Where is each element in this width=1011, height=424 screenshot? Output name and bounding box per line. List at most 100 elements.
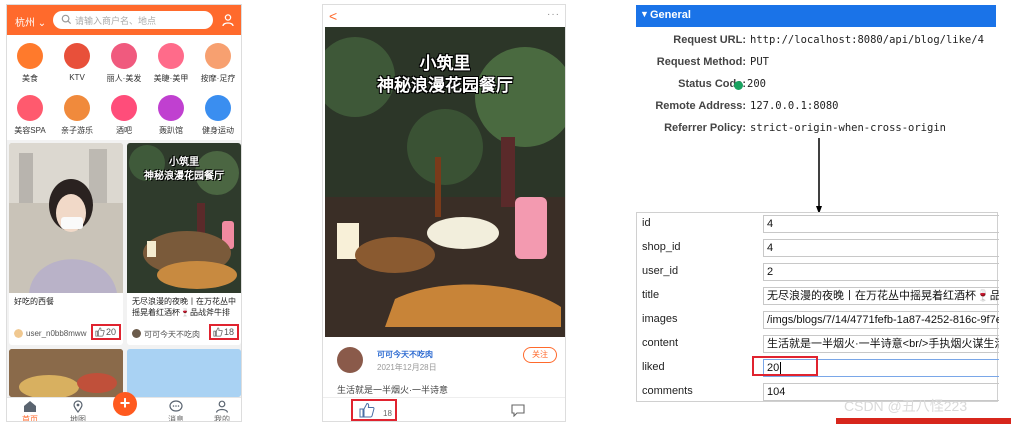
db-row-content: content 生活就是一半烟火·一半诗意<br/>手执烟火谋生活 [637, 333, 999, 357]
db-row-title: title 无尽浪漫的夜晚丨在万花丛中摇晃着红酒杯🍷品战斧牛排 [637, 285, 999, 309]
post-date: 2021年12月28日 [377, 363, 437, 372]
blog-card[interactable]: 小筑里 神秘浪漫花园餐厅 无尽浪漫的夜晚丨在万花丛中摇晃着红酒杯🍷品战斧牛排 可… [127, 143, 241, 345]
field-key: Referrer Policy: [664, 122, 746, 134]
blog-card-image [9, 349, 123, 397]
column-value-field[interactable]: /imgs/blogs/7/14/4771fefb-1a87-4252-816c… [763, 311, 999, 329]
column-name: liked [642, 361, 665, 373]
category-label: 亲子游乐 [61, 126, 93, 135]
home-icon [24, 401, 36, 412]
like-button[interactable]: 18 [351, 399, 397, 421]
field-value: strict-origin-when-cross-origin [750, 122, 946, 134]
liked-highlight-box [752, 356, 818, 376]
category-nails[interactable]: 美睫·美甲 [148, 37, 194, 87]
family-icon [64, 95, 90, 121]
collapse-triangle-icon: ▼ [640, 9, 649, 19]
category-label: 轰趴馆 [159, 126, 183, 135]
blog-card[interactable] [127, 349, 241, 397]
flow-arrow-icon [816, 138, 822, 214]
more-menu-button[interactable]: ··· [547, 9, 560, 20]
tab-label: 我的 [214, 415, 230, 422]
tab-label: 首页 [22, 415, 38, 422]
field-key: Remote Address: [655, 100, 746, 112]
category-label: KTV [69, 73, 85, 82]
section-title: General [650, 9, 691, 21]
roast-chicken-icon [17, 43, 43, 69]
dumbbell-icon [205, 95, 231, 121]
follow-button[interactable]: 关注 [523, 347, 557, 363]
blog-card-image: 小筑里 神秘浪漫花园餐厅 [127, 143, 241, 293]
db-row-user-id: user_id 2 [637, 261, 999, 285]
column-name: user_id [642, 265, 679, 277]
blog-card[interactable] [9, 349, 123, 397]
blog-card-title: 好吃的西餐 [14, 297, 54, 306]
user-icon [215, 400, 229, 413]
avatar [14, 329, 23, 338]
category-fitness[interactable]: 健身运动 [195, 89, 241, 139]
tab-messages[interactable]: 消息 [161, 398, 191, 421]
blog-card[interactable]: 好吃的西餐 user_n0bb8mww 20 [9, 143, 123, 345]
general-section-header[interactable]: ▼ General [636, 5, 996, 27]
comment-icon[interactable] [511, 404, 525, 417]
thumbs-up-icon [359, 402, 375, 418]
tab-label: 消息 [168, 415, 184, 422]
author-name[interactable]: 可可今天不吃肉 [377, 349, 433, 360]
column-value-field[interactable]: 2 [763, 263, 999, 281]
category-hair[interactable]: 丽人·美发 [101, 37, 147, 87]
blog-card-title: 无尽浪漫的夜晚丨在万花丛中摇晃着红酒杯🍷品战斧牛排 [132, 297, 236, 317]
search-input[interactable]: 请输入商户名、地点 [53, 11, 213, 29]
category-party[interactable]: 轰趴馆 [148, 89, 194, 139]
db-row-images: images/imgs/blogs/7/14/4771fefb-1a87-425… [637, 309, 999, 333]
like-count: 20 [106, 327, 117, 337]
search-icon [61, 14, 72, 25]
category-food[interactable]: 美食 [7, 37, 53, 87]
category-family[interactable]: 亲子游乐 [54, 89, 100, 139]
column-name: comments [642, 385, 693, 397]
tab-map[interactable]: 地图 [63, 398, 93, 421]
blog-card-image [127, 349, 241, 397]
foot-icon [205, 43, 231, 69]
microphone-icon [64, 43, 90, 69]
blog-card-author: user_n0bb8mww [26, 329, 87, 338]
tab-home[interactable]: 首页 [15, 398, 45, 421]
field-value: 200 [747, 78, 766, 90]
party-mask-icon [158, 95, 184, 121]
column-name: title [642, 289, 660, 301]
column-name: images [642, 313, 678, 325]
column-value-field[interactable]: 无尽浪漫的夜晚丨在万花丛中摇晃着红酒杯🍷品战斧牛排 [763, 287, 999, 305]
like-button[interactable]: 18 [209, 324, 239, 340]
column-value-field[interactable]: 4 [763, 215, 999, 233]
column-name: shop_id [642, 241, 681, 253]
thumbs-up-icon [213, 327, 223, 337]
nail-icon [158, 43, 184, 69]
column-name: content [642, 337, 679, 349]
field-value: 127.0.0.1:8080 [750, 100, 839, 112]
city-selector[interactable]: 杭州 ⌄ [15, 14, 46, 29]
blog-detail-phone: < ··· 小筑里 神秘浪漫花园餐厅 可可今天不吃肉 2021年12月28日 关… [322, 4, 566, 422]
tab-profile[interactable]: 我的 [207, 398, 237, 421]
category-label: 健身运动 [202, 126, 234, 135]
spa-face-icon [17, 95, 43, 121]
category-label: 美睫·美甲 [153, 74, 189, 83]
blog-card-author: 可可今天不吃肉 [144, 330, 200, 339]
user-icon[interactable] [221, 13, 235, 27]
add-blog-button[interactable]: + [113, 392, 137, 416]
like-button[interactable]: 20 [91, 324, 121, 340]
author-avatar[interactable] [337, 347, 363, 373]
message-icon [169, 400, 183, 412]
blog-excerpt: 生活就是一半烟火·一半诗意 [337, 385, 448, 395]
remote-address-row: Remote Address: 127.0.0.1:8080 [636, 97, 996, 117]
search-placeholder: 请输入商户名、地点 [75, 16, 157, 26]
back-button[interactable]: < [329, 8, 337, 24]
field-value: PUT [750, 56, 769, 68]
status-code-row: Status Code: 200 [636, 75, 996, 95]
category-spa[interactable]: 美容SPA [7, 89, 53, 139]
avatar [132, 329, 141, 338]
watermark-banner [836, 418, 1011, 424]
category-ktv[interactable]: KTV [54, 37, 100, 87]
category-bar[interactable]: 酒吧 [101, 89, 147, 139]
column-value-field[interactable]: 4 [763, 239, 999, 257]
column-value-field[interactable]: 生活就是一半烟火·一半诗意<br/>手执烟火谋生活 [763, 335, 999, 353]
map-pin-icon [73, 400, 83, 413]
category-massage[interactable]: 按摩·足疗 [195, 37, 241, 87]
thumbs-up-icon [95, 327, 105, 337]
